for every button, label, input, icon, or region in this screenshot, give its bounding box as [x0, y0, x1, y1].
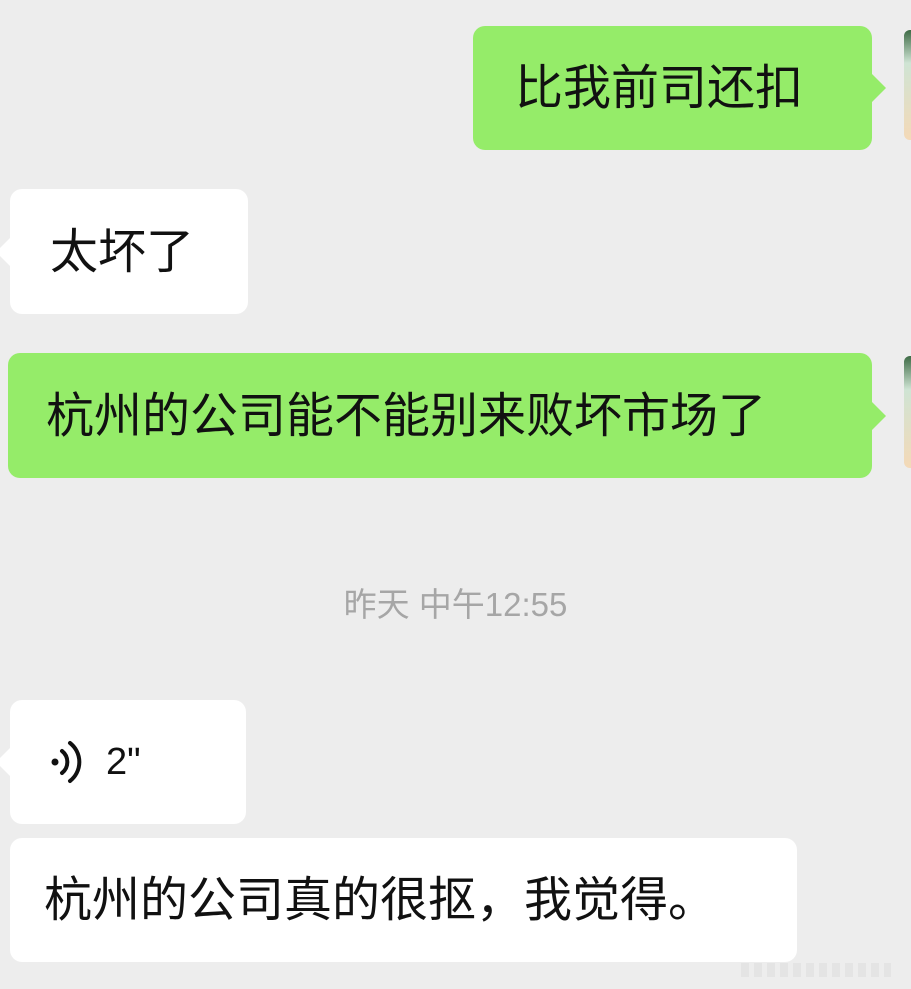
avatar-partial[interactable]	[904, 30, 911, 140]
voice-duration: 2"	[106, 741, 141, 783]
message-text: 杭州的公司真的很抠，我觉得。	[44, 872, 717, 928]
message-text: 太坏了	[50, 223, 195, 280]
message-bubble-outgoing[interactable]: 杭州的公司能不能别来败坏市场了	[8, 353, 886, 478]
voice-message-bubble[interactable]: 2"	[0, 700, 246, 824]
voice-wave-icon	[51, 741, 82, 783]
watermark	[741, 963, 891, 977]
message-bubble-outgoing[interactable]: 比我前司还扣	[473, 26, 886, 150]
message-text: 比我前司还扣	[515, 60, 804, 116]
message-bubble-incoming[interactable]: 杭州的公司真的很抠，我觉得。	[10, 838, 797, 962]
message-bubble-incoming[interactable]: 太坏了	[0, 189, 248, 314]
timestamp: 昨天 中午12:55	[343, 586, 568, 623]
avatar-partial[interactable]	[904, 356, 911, 468]
message-text: 杭州的公司能不能别来败坏市场了	[46, 387, 767, 444]
